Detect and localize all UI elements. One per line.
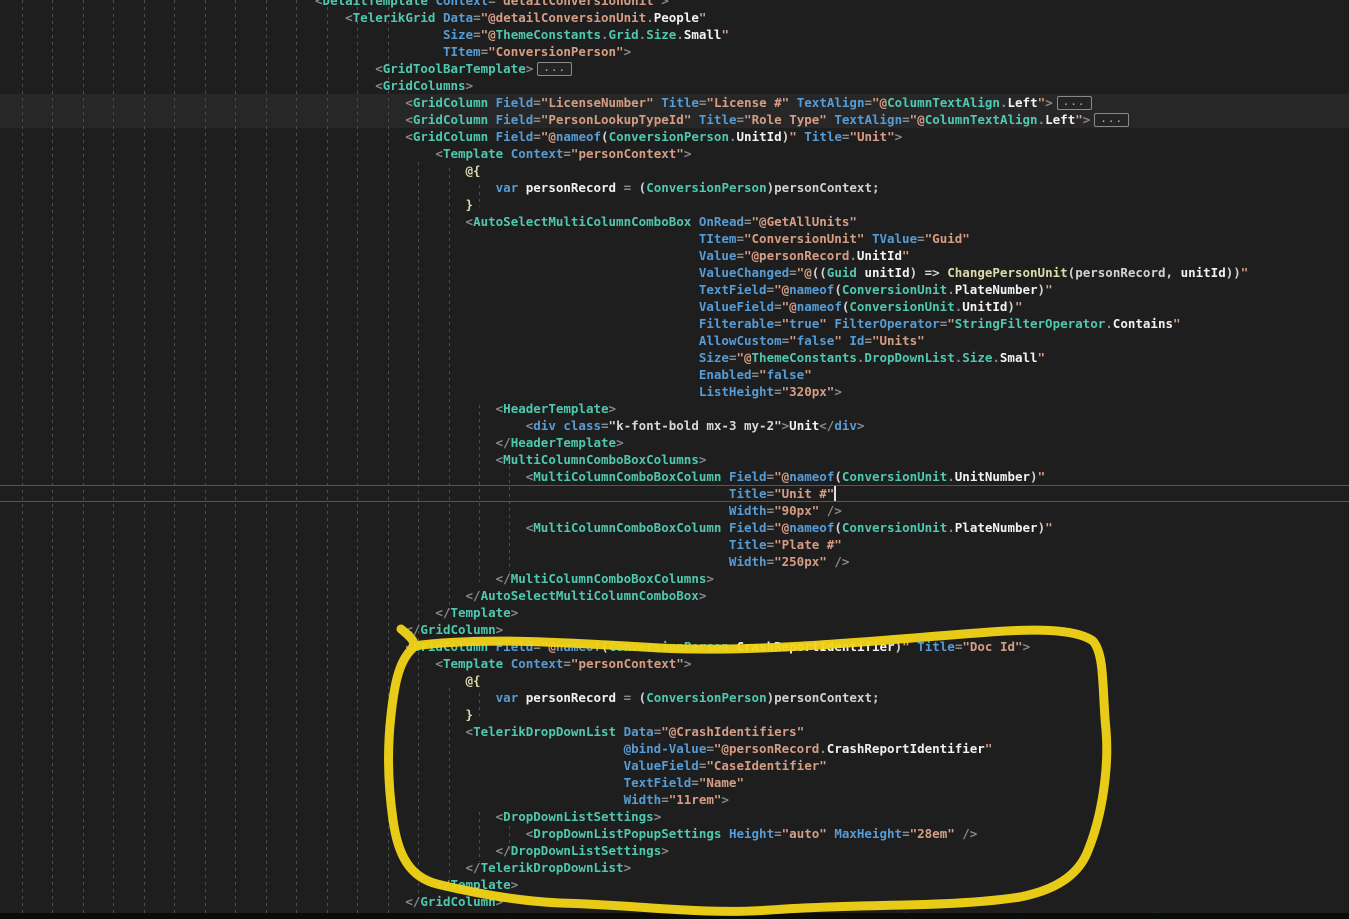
code-line: <div class="k-font-bold mx-3 my-2">Unit<…: [525, 418, 865, 433]
code-line: Width="11rem">: [623, 792, 729, 807]
code-line: }: [465, 707, 474, 722]
text-cursor: [834, 486, 837, 501]
code-line: ListHeight="320px">: [698, 384, 842, 399]
code-line: <GridColumn Field="LicenseNumber" Title=…: [0, 94, 1349, 111]
code-line: @bind-Value="@personRecord.CrashReportId…: [623, 741, 993, 756]
code-line: </HeaderTemplate>: [495, 435, 624, 450]
code-line: <DetailTemplate Context="detailConversio…: [315, 0, 669, 8]
code-line: <MultiColumnComboBoxColumns>: [495, 452, 707, 467]
code-line: Filterable="true" FilterOperator="String…: [698, 316, 1181, 331]
code-line: <HeaderTemplate>: [495, 401, 617, 416]
code-line: Value="@personRecord.UnitId": [698, 248, 910, 263]
code-line: Size="@ThemeConstants.DropDownList.Size.…: [698, 350, 1046, 365]
code-line: <DropDownListPopupSettings Height="auto"…: [525, 826, 978, 841]
code-line: Title="Plate #": [728, 537, 842, 552]
code-line: Width="90px" />: [728, 503, 842, 518]
collapsed-region[interactable]: ...: [537, 62, 573, 76]
code-line: ValueField="CaseIdentifier": [623, 758, 827, 773]
collapsed-region[interactable]: ...: [1094, 113, 1130, 127]
code-line: var personRecord = (ConversionPerson)per…: [495, 180, 880, 195]
code-line: <TelerikGrid Data="@detailConversionUnit…: [345, 10, 707, 25]
code-line: <Template Context="personContext">: [435, 146, 692, 161]
code-line: Title="Unit #": [728, 486, 837, 501]
code-line: <TelerikDropDownList Data="@CrashIdentif…: [465, 724, 805, 739]
code-line: @{: [465, 163, 481, 178]
code-line: <GridColumn Field="@nameof(ConversionPer…: [405, 129, 903, 144]
code-line: TextField="Name": [623, 775, 744, 790]
code-line: Size="@ThemeConstants.Grid.Size.Small": [442, 27, 729, 42]
code-line: var personRecord = (ConversionPerson)per…: [495, 690, 880, 705]
code-line: <Template Context="personContext">: [435, 656, 692, 671]
code-line: <GridColumns>: [375, 78, 474, 93]
code-line: </Template>: [435, 605, 519, 620]
code-line: TItem="ConversionPerson">: [442, 44, 632, 59]
code-line: TItem="ConversionUnit" TValue="Guid": [698, 231, 970, 246]
code-text[interactable]: <DetailTemplate Context="detailConversio…: [0, 0, 1349, 919]
code-line: <GridColumn Field="PersonLookupTypeId" T…: [0, 111, 1349, 128]
collapsed-region[interactable]: ...: [1056, 96, 1092, 110]
code-editor[interactable]: <DetailTemplate Context="detailConversio…: [0, 0, 1349, 919]
code-line: }: [465, 197, 474, 212]
code-line: <DropDownListSettings>: [495, 809, 662, 824]
code-line: </GridColumn>: [405, 622, 504, 637]
code-line: AllowCustom="false" Id="Units": [698, 333, 925, 348]
code-line: ValueField="@nameof(ConversionUnit.UnitI…: [698, 299, 1023, 314]
code-line: </AutoSelectMultiColumnComboBox>: [465, 588, 707, 603]
code-line: Width="250px" />: [728, 554, 850, 569]
code-line: <AutoSelectMultiColumnComboBox OnRead="@…: [465, 214, 857, 229]
code-line: ValueChanged="@((Guid unitId) => ChangeP…: [698, 265, 1249, 280]
code-line: </Template>: [435, 877, 519, 892]
code-line: </GridColumn>: [405, 894, 504, 909]
code-line: Enabled="false": [698, 367, 812, 382]
code-line: <GridColumn Field="@nameof(ConversionPer…: [405, 639, 1031, 654]
code-line: <MultiColumnComboBoxColumn Field="@nameo…: [525, 520, 1053, 535]
horizontal-scrollbar-track[interactable]: [0, 913, 1349, 919]
code-line: TextField="@nameof(ConversionUnit.PlateN…: [698, 282, 1053, 297]
code-line: <GridToolBarTemplate>...: [0, 60, 1349, 77]
code-line: </DropDownListSettings>: [495, 843, 669, 858]
code-line: @{: [465, 673, 481, 688]
code-line: </TelerikDropDownList>: [465, 860, 632, 875]
code-line: <MultiColumnComboBoxColumn Field="@nameo…: [525, 469, 1046, 484]
code-line: </MultiColumnComboBoxColumns>: [495, 571, 714, 586]
